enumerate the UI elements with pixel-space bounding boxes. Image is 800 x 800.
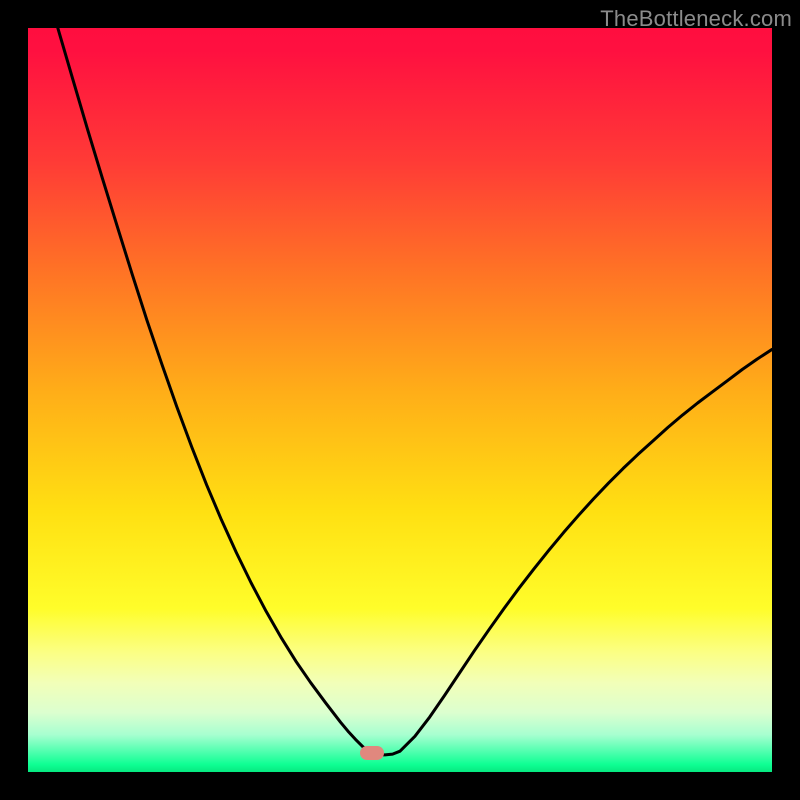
plot-area [28, 28, 772, 772]
watermark-text: TheBottleneck.com [600, 6, 792, 32]
optimal-point-marker [360, 746, 384, 760]
bottleneck-curve [28, 28, 772, 772]
chart-stage: TheBottleneck.com [0, 0, 800, 800]
